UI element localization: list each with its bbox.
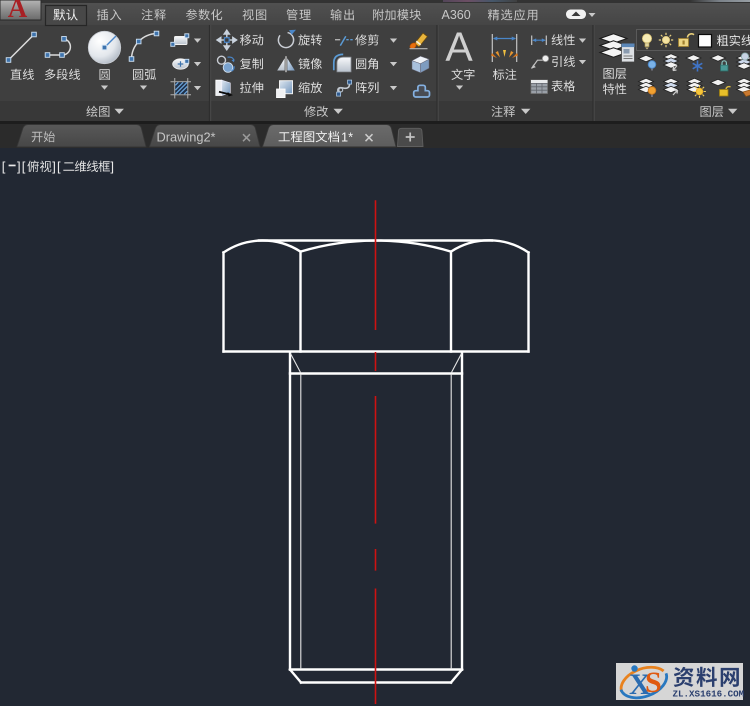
- svg-text:[: [: [57, 159, 61, 174]
- svg-text:1*: 1*: [341, 129, 353, 144]
- svg-text:]: ]: [110, 159, 114, 174]
- svg-text:A360: A360: [442, 8, 471, 22]
- svg-text:Drawing2*: Drawing2*: [157, 129, 216, 144]
- svg-text:S: S: [645, 666, 662, 699]
- svg-text:ZL.XS1616.COM: ZL.XS1616.COM: [673, 689, 745, 700]
- svg-text:A: A: [445, 24, 473, 70]
- svg-text:]: ]: [17, 159, 21, 174]
- svg-text:[: [: [22, 159, 26, 174]
- svg-text:[: [: [2, 159, 6, 174]
- svg-text:]: ]: [52, 159, 56, 174]
- svg-text:A: A: [8, 0, 28, 23]
